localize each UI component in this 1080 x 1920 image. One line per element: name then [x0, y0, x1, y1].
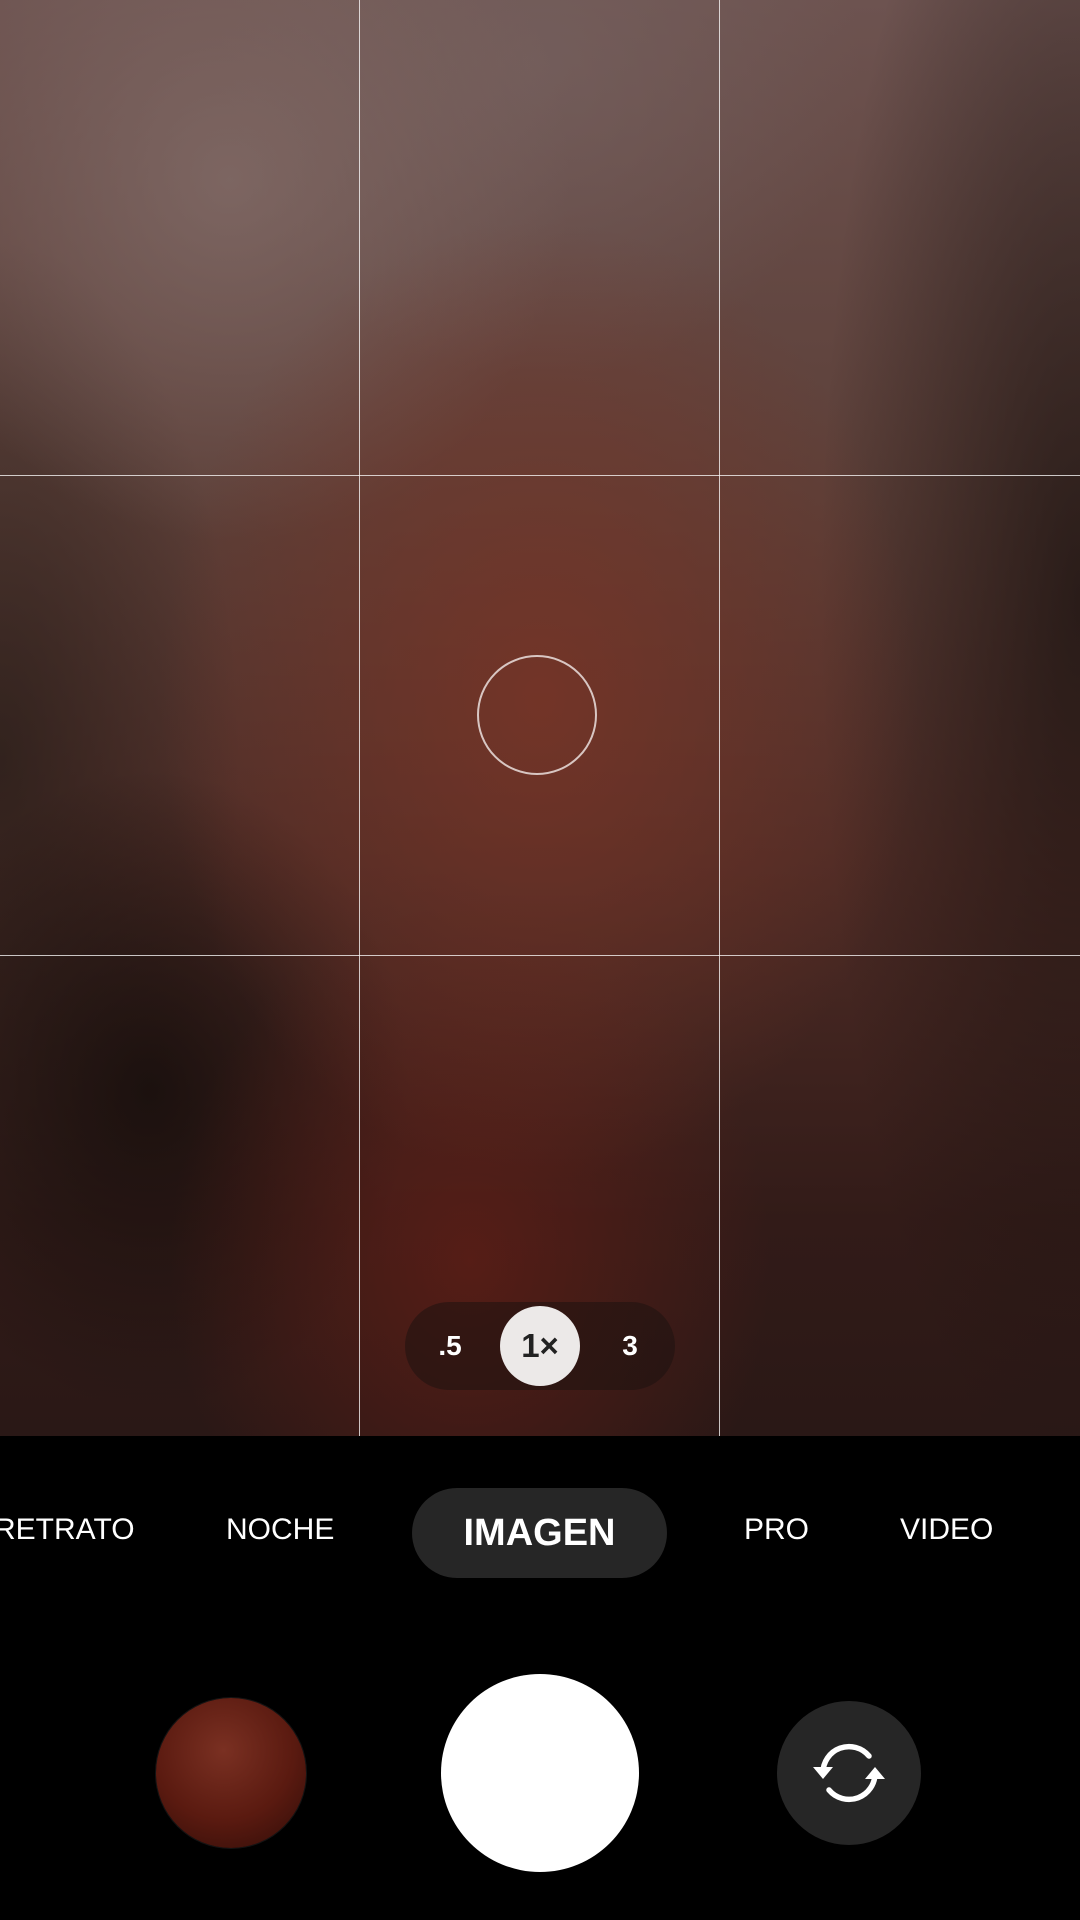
grid-line-vertical-2 — [719, 0, 720, 1436]
grid-line-horizontal-1 — [0, 475, 1080, 476]
mode-video[interactable]: VIDEO — [900, 1510, 993, 1550]
grid-line-vertical-1 — [359, 0, 360, 1436]
focus-ring — [477, 655, 597, 775]
camera-screen: .5 1× 3 RETRATO NOCHE IMAGEN PRO VIDEO — [0, 0, 1080, 1920]
mode-noche[interactable]: NOCHE — [226, 1510, 334, 1550]
zoom-selector: .5 1× 3 — [405, 1302, 675, 1390]
viewfinder[interactable]: .5 1× 3 — [0, 0, 1080, 1436]
zoom-option-0-5[interactable]: .5 — [410, 1306, 490, 1386]
shutter-button[interactable] — [441, 1674, 639, 1872]
mode-retrato[interactable]: RETRATO — [0, 1510, 135, 1550]
mode-imagen[interactable]: IMAGEN — [412, 1488, 667, 1578]
mode-pro[interactable]: PRO — [744, 1510, 809, 1550]
switch-camera-icon — [813, 1743, 885, 1803]
mode-selector: RETRATO NOCHE IMAGEN PRO VIDEO — [0, 1436, 1080, 1636]
switch-camera-button[interactable] — [777, 1701, 921, 1845]
grid-line-horizontal-2 — [0, 955, 1080, 956]
gallery-thumbnail[interactable] — [156, 1698, 306, 1848]
zoom-option-3[interactable]: 3 — [590, 1306, 670, 1386]
zoom-option-1x[interactable]: 1× — [500, 1306, 580, 1386]
